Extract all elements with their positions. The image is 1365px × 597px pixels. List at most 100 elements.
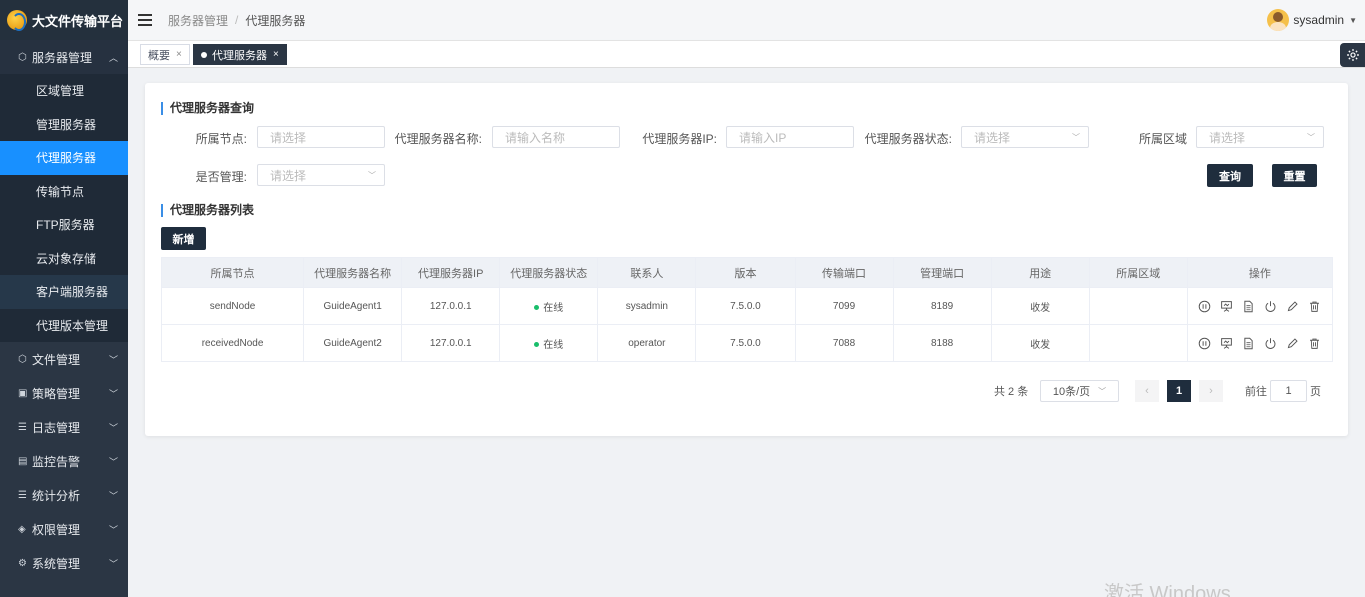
sidebar-group-server-management[interactable]: ⬡ 服务器管理 ︿ bbox=[0, 40, 128, 74]
sidebar-item-proxy-server[interactable]: 代理服务器 bbox=[0, 141, 128, 175]
region-label: 所属区域 bbox=[1138, 132, 1187, 146]
close-icon[interactable]: × bbox=[176, 49, 182, 60]
name-input[interactable]: 请输入名称 bbox=[492, 126, 620, 148]
edit-icon[interactable] bbox=[1285, 298, 1301, 314]
managed-select[interactable]: 请选择 ﹀ bbox=[257, 164, 385, 186]
pause-icon[interactable] bbox=[1197, 298, 1213, 314]
cell-transfer-port: 7099 bbox=[794, 287, 894, 325]
cell-manage-port: 8188 bbox=[892, 324, 992, 362]
table-row: receivedNode GuideAgent2 127.0.0.1 在线 op… bbox=[160, 324, 1334, 362]
chevron-down-icon: ﹀ bbox=[108, 524, 118, 535]
sidebar-item-agent-version[interactable]: 代理版本管理 bbox=[0, 308, 128, 342]
avatar bbox=[1267, 9, 1290, 31]
page-size-select[interactable]: 10条/页 ﹀ bbox=[1040, 380, 1119, 402]
gear-icon bbox=[1346, 49, 1359, 61]
breadcrumb-separator: / bbox=[235, 13, 239, 27]
ip-input[interactable]: 请输入IP bbox=[726, 126, 854, 148]
managed-placeholder: 请选择 bbox=[270, 168, 307, 183]
managed-label: 是否管理: bbox=[195, 170, 247, 184]
status-select[interactable]: 请选择 ﹀ bbox=[961, 126, 1089, 148]
sidebar-group-statistics[interactable]: ☰ 统计分析 ﹀ bbox=[0, 478, 128, 512]
ip-label: 代理服务器IP: bbox=[642, 132, 717, 146]
chevron-up-icon: ︿ bbox=[108, 52, 118, 63]
sidebar-group-label: 权限管理 bbox=[32, 522, 81, 537]
prev-page-button[interactable]: ‹ bbox=[1135, 380, 1159, 402]
cell-usage: 收发 bbox=[990, 324, 1090, 362]
region-placeholder: 请选择 bbox=[1209, 130, 1246, 145]
menu-toggle-icon[interactable] bbox=[138, 14, 152, 26]
column-header: 代理服务器IP bbox=[401, 257, 501, 288]
document-icon[interactable] bbox=[1241, 298, 1257, 314]
search-button[interactable]: 查询 bbox=[1207, 164, 1253, 187]
sidebar-item-transfer-node[interactable]: 传输节点 bbox=[0, 174, 128, 208]
chevron-down-icon: ﹀ bbox=[108, 558, 118, 569]
power-icon[interactable] bbox=[1263, 298, 1279, 314]
document-icon[interactable] bbox=[1241, 335, 1257, 351]
app-logo[interactable]: 大文件传输平台 bbox=[0, 0, 128, 40]
status-placeholder: 请选择 bbox=[974, 130, 1011, 145]
cell-name: GuideAgent1 bbox=[303, 287, 403, 325]
tab-proxy-server[interactable]: 代理服务器 × bbox=[193, 44, 287, 65]
sidebar-group-policy-management[interactable]: ▣ 策略管理 ﹀ bbox=[0, 376, 128, 410]
column-header: 操作 bbox=[1186, 257, 1334, 288]
monitor-icon[interactable] bbox=[1219, 335, 1235, 351]
region-select[interactable]: 请选择 ﹀ bbox=[1196, 126, 1324, 148]
sidebar-item-client-server[interactable]: 客户端服务器 bbox=[0, 275, 128, 309]
sidebar-group-file-management[interactable]: ⬡ 文件管理 ﹀ bbox=[0, 342, 128, 376]
sidebar-item-cloud-storage[interactable]: 云对象存储 bbox=[0, 241, 128, 275]
cell-version: 7.5.0.0 bbox=[695, 324, 796, 362]
cell-status: 在线 bbox=[499, 324, 599, 362]
tab-bar: 概要 × 代理服务器 × bbox=[128, 41, 1365, 68]
sidebar: 大文件传输平台 ⬡ 服务器管理 ︿ 区域管理 管理服务器 代理服务器 传输节点 … bbox=[0, 0, 128, 597]
node-placeholder: 请选择 bbox=[270, 130, 307, 145]
delete-icon[interactable] bbox=[1307, 298, 1323, 314]
row-actions bbox=[1188, 335, 1332, 351]
status-text: 在线 bbox=[543, 302, 564, 314]
chevron-down-icon: ﹀ bbox=[108, 422, 118, 433]
user-menu[interactable]: sysadmin ▼ bbox=[1267, 9, 1357, 31]
sidebar-group-monitoring[interactable]: ▤ 监控告警 ﹀ bbox=[0, 444, 128, 478]
tab-overview[interactable]: 概要 × bbox=[140, 44, 190, 65]
reset-button[interactable]: 重置 bbox=[1272, 164, 1317, 187]
page-number-current[interactable]: 1 bbox=[1167, 380, 1191, 402]
content-card: 代理服务器查询 所属节点: 请选择 代理服务器名称: 请输入名称 代理服务器IP… bbox=[145, 83, 1348, 436]
sidebar-item-region-management[interactable]: 区域管理 bbox=[0, 74, 128, 108]
caret-down-icon: ▼ bbox=[1349, 15, 1357, 25]
chevron-down-icon: ﹀ bbox=[108, 456, 118, 467]
node-select[interactable]: 请选择 bbox=[257, 126, 385, 148]
cell-ip: 127.0.0.1 bbox=[401, 324, 501, 362]
pause-icon[interactable] bbox=[1197, 335, 1213, 351]
cell-node: receivedNode bbox=[160, 324, 305, 362]
close-icon[interactable]: × bbox=[273, 49, 279, 60]
sidebar-group-system[interactable]: ⚙ 系统管理 ﹀ bbox=[0, 546, 128, 580]
name-placeholder: 请输入名称 bbox=[505, 130, 566, 145]
sidebar-group-label: 策略管理 bbox=[32, 386, 81, 401]
sidebar-item-management-server[interactable]: 管理服务器 bbox=[0, 107, 128, 141]
goto-page-input[interactable]: 1 bbox=[1270, 380, 1307, 402]
cell-contact: operator bbox=[597, 324, 697, 362]
list-section-title: 代理服务器列表 bbox=[161, 204, 254, 217]
delete-icon[interactable] bbox=[1307, 335, 1323, 351]
chevron-left-icon: ‹ bbox=[1145, 385, 1149, 397]
sidebar-group-log-management[interactable]: ☰ 日志管理 ﹀ bbox=[0, 410, 128, 444]
breadcrumb-item[interactable]: 服务器管理 bbox=[168, 12, 228, 29]
power-icon[interactable] bbox=[1263, 335, 1279, 351]
add-button[interactable]: 新增 bbox=[161, 227, 206, 250]
chevron-down-icon: ﹀ bbox=[1098, 386, 1107, 396]
cell-transfer-port: 7088 bbox=[794, 324, 894, 362]
column-header: 传输端口 bbox=[794, 257, 894, 288]
cube-icon: ⬡ bbox=[18, 51, 27, 63]
next-page-button[interactable]: › bbox=[1199, 380, 1223, 402]
sidebar-item-ftp-server[interactable]: FTP服务器 bbox=[0, 208, 128, 242]
status-text: 在线 bbox=[543, 339, 564, 351]
settings-gear-button[interactable] bbox=[1340, 43, 1365, 67]
column-header: 用途 bbox=[990, 257, 1090, 288]
row-actions bbox=[1188, 298, 1332, 314]
edit-icon[interactable] bbox=[1285, 335, 1301, 351]
monitor-icon[interactable] bbox=[1219, 298, 1235, 314]
top-bar: 服务器管理 / 代理服务器 sysadmin ▼ bbox=[128, 0, 1365, 41]
sidebar-group-permission[interactable]: ◈ 权限管理 ﹀ bbox=[0, 512, 128, 546]
cell-region bbox=[1088, 287, 1188, 325]
logo-icon bbox=[7, 10, 27, 31]
gear-icon: ⚙ bbox=[18, 557, 27, 569]
